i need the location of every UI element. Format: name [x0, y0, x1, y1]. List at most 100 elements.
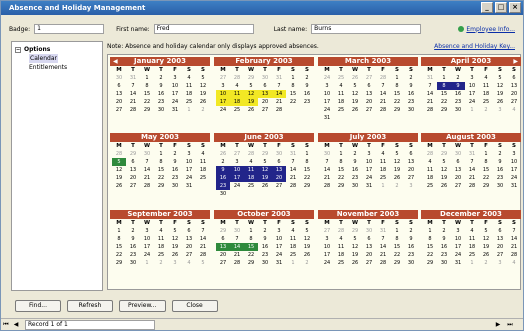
calendar-day[interactable]: 23	[168, 174, 182, 182]
calendar-day[interactable]: 24	[320, 259, 334, 267]
calendar-day[interactable]: 14	[196, 235, 210, 243]
calendar-day[interactable]: 17	[362, 166, 376, 174]
calendar-day[interactable]: 2	[404, 227, 418, 235]
calendar-day[interactable]: 22	[286, 98, 300, 106]
calendar-day[interactable]: 23	[258, 251, 272, 259]
calendar-day[interactable]: 21	[423, 98, 437, 106]
calendar-day[interactable]: 22	[437, 98, 451, 106]
calendar-day[interactable]: 24	[182, 174, 196, 182]
calendar-day[interactable]: 27	[258, 106, 272, 114]
calendar-day[interactable]: 5	[348, 82, 362, 90]
calendar-day[interactable]: 7	[465, 158, 479, 166]
calendar-day[interactable]: 26	[437, 182, 451, 190]
calendar-day[interactable]: 19	[300, 243, 314, 251]
calendar-day[interactable]: 15	[154, 166, 168, 174]
calendar-day[interactable]: 4	[334, 235, 348, 243]
calendar-day[interactable]: 3	[320, 82, 334, 90]
next-year-icon[interactable]: ▶	[513, 57, 518, 66]
calendar-day[interactable]: 3	[182, 150, 196, 158]
calendar-day[interactable]: 6	[258, 82, 272, 90]
calendar-day[interactable]: 4	[479, 74, 493, 82]
calendar-day[interactable]: 29	[140, 106, 154, 114]
calendar-day[interactable]: 28	[286, 182, 300, 190]
calendar-day[interactable]: 5	[168, 227, 182, 235]
calendar-day[interactable]: 20	[362, 98, 376, 106]
calendar-day[interactable]: 10	[140, 235, 154, 243]
calendar-day[interactable]: 24	[216, 106, 230, 114]
calendar-day[interactable]: 22	[479, 174, 493, 182]
calendar-day[interactable]: 20	[112, 98, 126, 106]
calendar-day[interactable]: 4	[376, 150, 390, 158]
calendar-day[interactable]: 26	[348, 259, 362, 267]
calendar-day[interactable]: 23	[404, 251, 418, 259]
calendar-day[interactable]: 17	[182, 166, 196, 174]
calendar-day[interactable]: 19	[479, 243, 493, 251]
calendar-day[interactable]: 16	[348, 166, 362, 174]
calendar-day[interactable]: 6	[362, 235, 376, 243]
calendar-day[interactable]: 26	[196, 98, 210, 106]
calendar-day[interactable]: 17	[465, 90, 479, 98]
calendar-day[interactable]: 25	[376, 174, 390, 182]
calendar-day[interactable]: 16	[300, 90, 314, 98]
calendar-day[interactable]: 21	[376, 98, 390, 106]
calendar-day[interactable]: 2	[126, 227, 140, 235]
calendar-day[interactable]: 15	[334, 166, 348, 174]
calendar-day[interactable]: 22	[244, 251, 258, 259]
calendar-day[interactable]: 5	[437, 158, 451, 166]
calendar-day[interactable]: 7	[320, 158, 334, 166]
calendar-day[interactable]: 30	[216, 190, 230, 198]
calendar-day[interactable]: 15	[437, 90, 451, 98]
calendar-day[interactable]: 12	[258, 166, 272, 174]
calendar-day[interactable]: 9	[154, 82, 168, 90]
calendar-day[interactable]: 5	[300, 227, 314, 235]
calendar-day[interactable]: 21	[196, 243, 210, 251]
calendar-day[interactable]: 19	[196, 90, 210, 98]
calendar-day[interactable]: 16	[216, 174, 230, 182]
calendar-day[interactable]: 26	[493, 98, 507, 106]
calendar-day[interactable]: 16	[404, 243, 418, 251]
calendar-day[interactable]: 25	[334, 106, 348, 114]
calendar-day[interactable]: 20	[258, 98, 272, 106]
last-name-field[interactable]: Burns	[311, 24, 422, 34]
prev-record-icon[interactable]: ◀	[11, 320, 21, 330]
calendar-day[interactable]: 26	[479, 251, 493, 259]
calendar-day[interactable]: 7	[376, 235, 390, 243]
calendar-day[interactable]: 10	[182, 158, 196, 166]
calendar-day[interactable]: 14	[376, 90, 390, 98]
tree-root-options[interactable]: − Options	[15, 45, 99, 54]
calendar-day[interactable]: 12	[300, 235, 314, 243]
calendar-day[interactable]: 15	[423, 243, 437, 251]
calendar-day[interactable]: 25	[154, 251, 168, 259]
calendar-day[interactable]: 15	[140, 90, 154, 98]
calendar-day[interactable]: 30	[404, 106, 418, 114]
calendar-day[interactable]: 7	[196, 227, 210, 235]
calendar-day[interactable]: 20	[362, 251, 376, 259]
calendar-day[interactable]: 6	[404, 150, 418, 158]
calendar-day[interactable]: 3	[507, 150, 521, 158]
calendar-day[interactable]: 17	[320, 251, 334, 259]
calendar-day[interactable]: 29	[390, 106, 404, 114]
calendar-day[interactable]: 9	[404, 235, 418, 243]
calendar-day[interactable]: 31	[168, 106, 182, 114]
calendar-day[interactable]: 18	[230, 98, 244, 106]
calendar-day[interactable]: 13	[362, 90, 376, 98]
calendar-day[interactable]: 2	[168, 150, 182, 158]
calendar-day[interactable]: 12	[244, 90, 258, 98]
calendar-day[interactable]: 10	[216, 90, 230, 98]
calendar-day[interactable]: 27	[362, 106, 376, 114]
calendar-day[interactable]: 14	[272, 90, 286, 98]
calendar-day[interactable]: 29	[437, 106, 451, 114]
calendar-day[interactable]: 16	[451, 90, 465, 98]
preview-button[interactable]: Preview...	[119, 300, 166, 312]
calendar-day[interactable]: 12	[348, 90, 362, 98]
calendar-day[interactable]: 16	[126, 243, 140, 251]
calendar-day[interactable]: 9	[451, 82, 465, 90]
calendar-day[interactable]: 7	[286, 158, 300, 166]
calendar-day[interactable]: 17	[230, 174, 244, 182]
calendar-day[interactable]: 28	[272, 106, 286, 114]
calendar-day[interactable]: 13	[362, 243, 376, 251]
calendar-day[interactable]: 28	[320, 182, 334, 190]
calendar-day[interactable]: 13	[493, 235, 507, 243]
calendar-day[interactable]: 14	[286, 166, 300, 174]
calendar-day[interactable]: 2	[437, 227, 451, 235]
